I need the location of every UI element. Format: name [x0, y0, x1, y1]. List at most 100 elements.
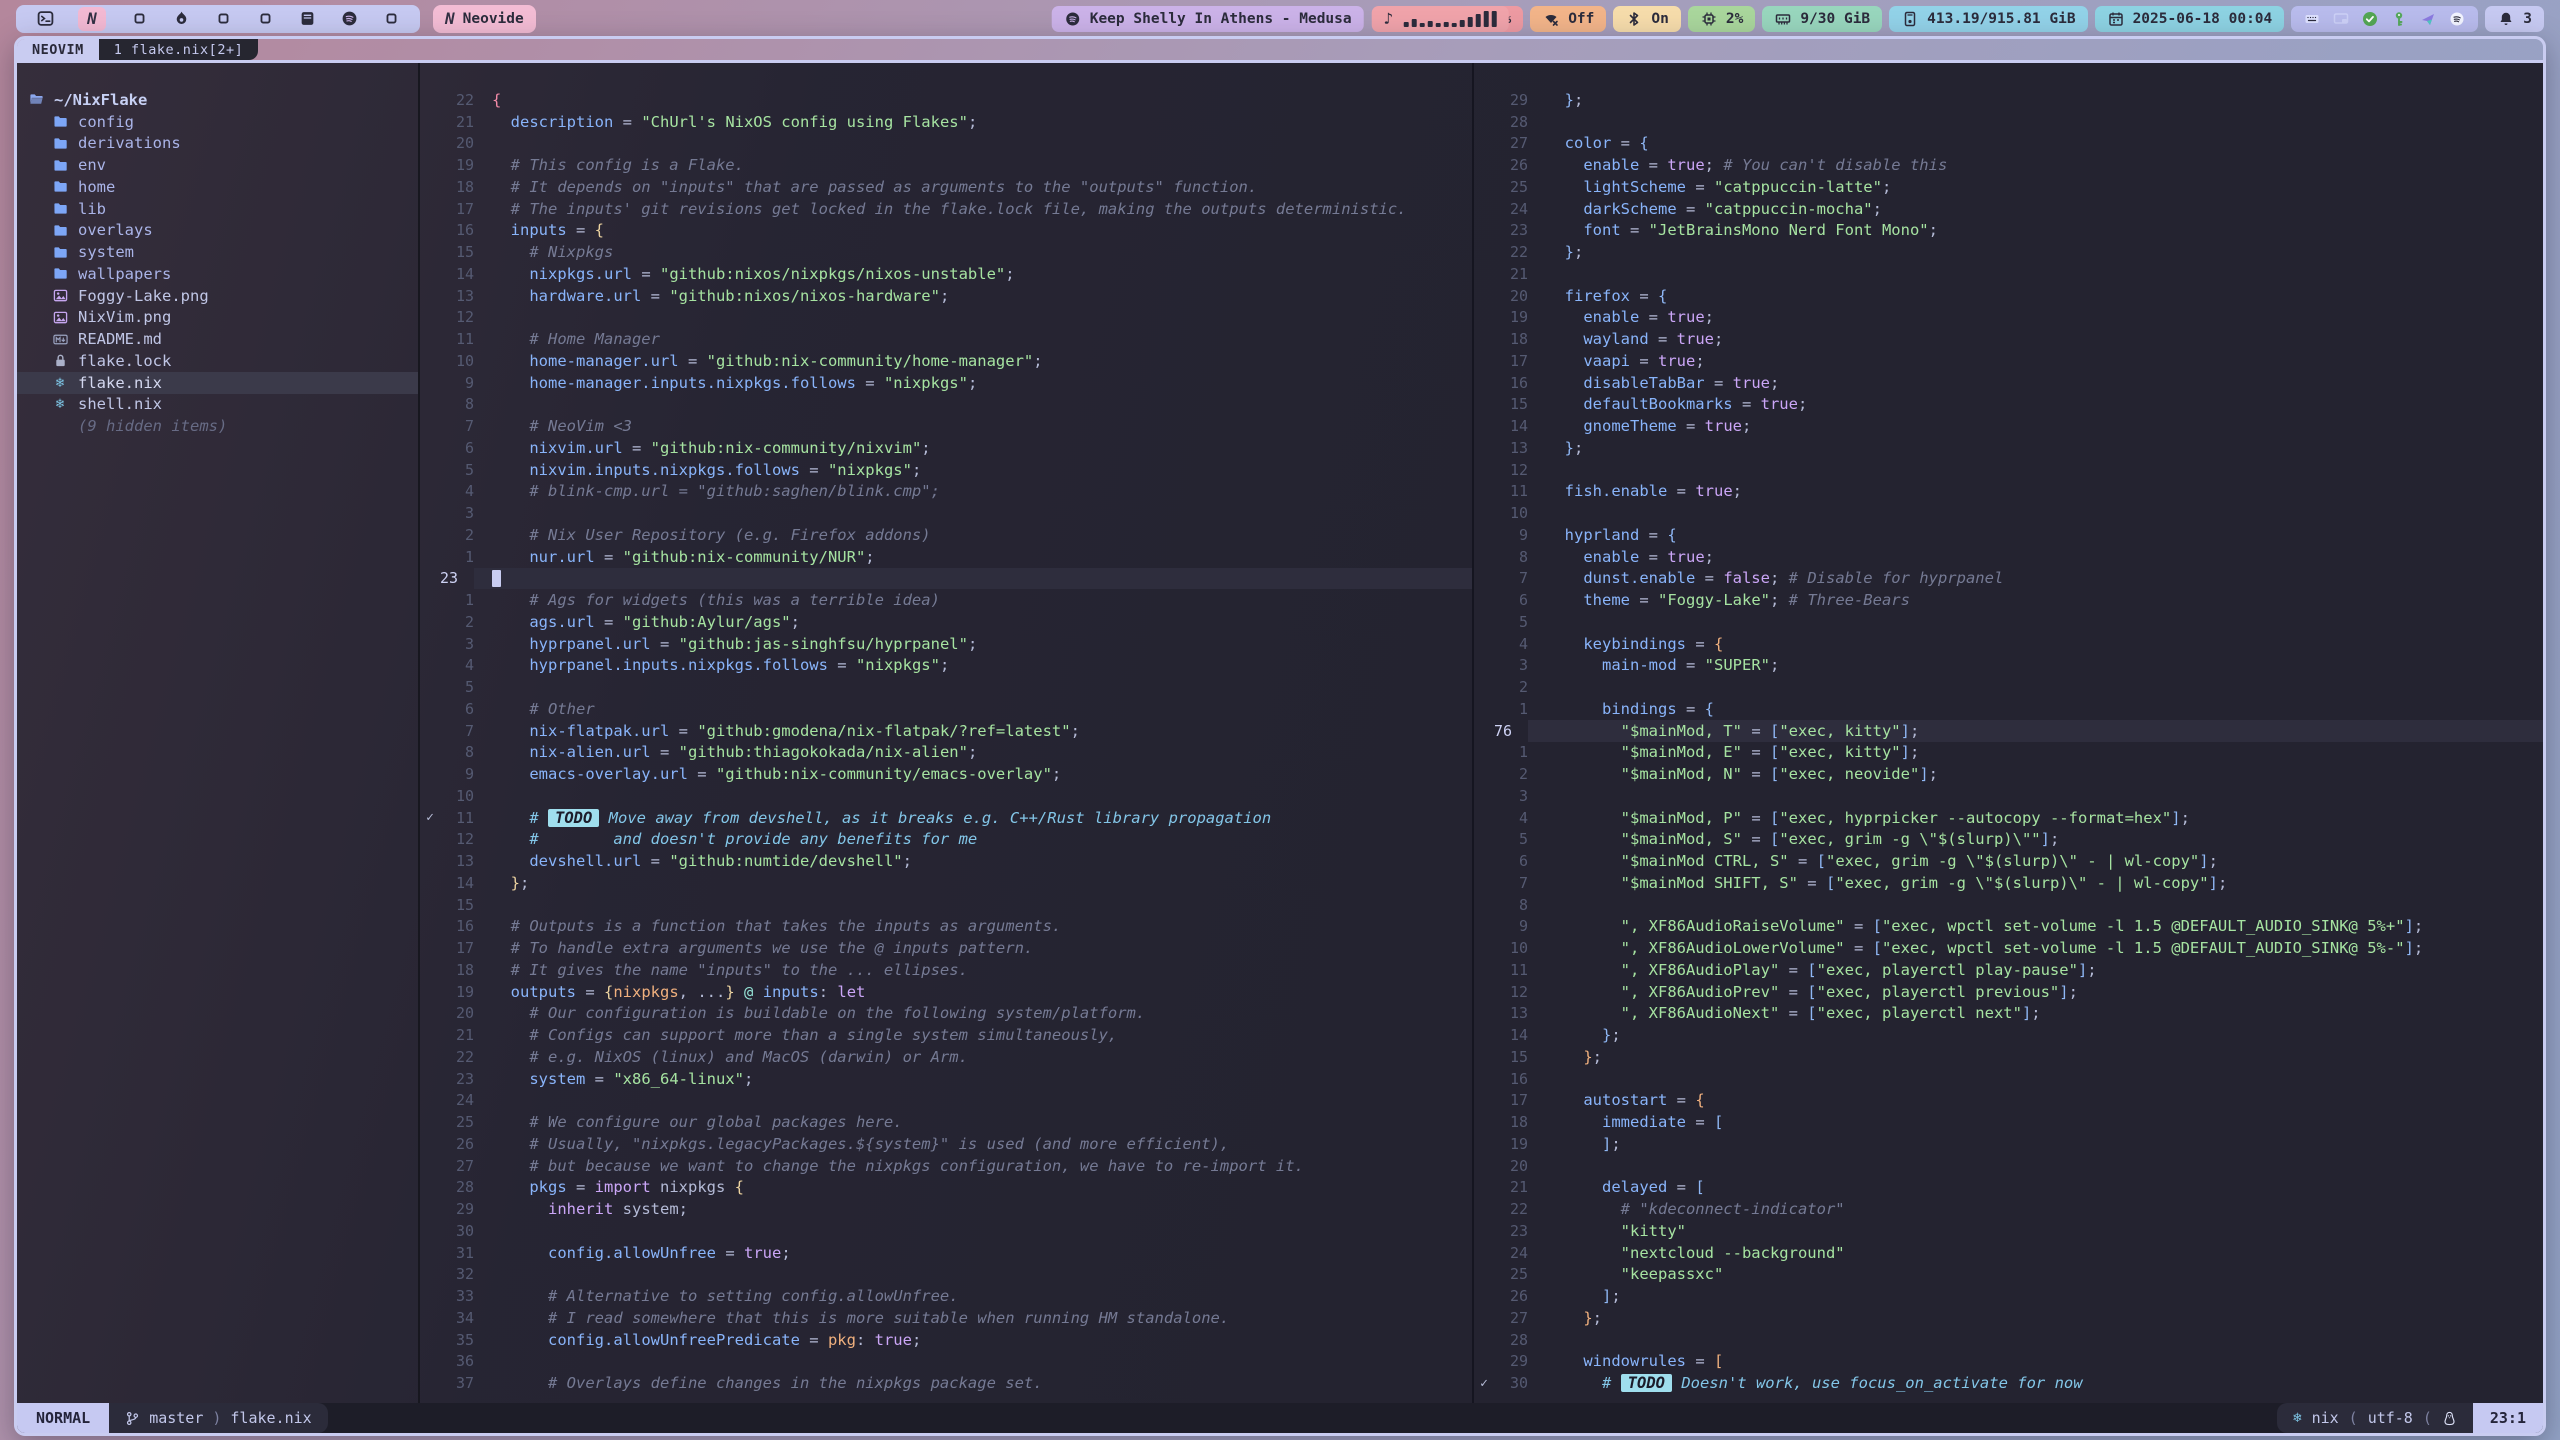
- neovide-icon[interactable]: N: [78, 7, 106, 31]
- code-line[interactable]: 19 ];: [1474, 1133, 2543, 1155]
- code-line[interactable]: 8 nix-alien.url = "github:thiagokokada/n…: [420, 742, 1472, 764]
- code-line[interactable]: 19 enable = true;: [1474, 307, 2543, 329]
- code-line[interactable]: 3: [1474, 785, 2543, 807]
- code-line[interactable]: 7 dunst.enable = false; # Disable for hy…: [1474, 568, 2543, 590]
- code-line[interactable]: 10 ", XF86AudioLowerVolume" = ["exec, wp…: [1474, 937, 2543, 959]
- code-line[interactable]: 22 # e.g. NixOS (linux) and MacOS (darwi…: [420, 1046, 1472, 1068]
- tree-item-env[interactable]: env: [17, 154, 418, 176]
- spotify-icon[interactable]: [340, 10, 358, 28]
- code-line[interactable]: 4 hyprpanel.inputs.nixpkgs.follows = "ni…: [420, 655, 1472, 677]
- code-line[interactable]: 5 nixvim.inputs.nixpkgs.follows = "nixpk…: [420, 459, 1472, 481]
- code-line[interactable]: 15 defaultBookmarks = true;: [1474, 394, 2543, 416]
- code-line[interactable]: 28 pkgs = import nixpkgs {: [420, 1177, 1472, 1199]
- tree-item-readme.md[interactable]: README.md: [17, 328, 418, 350]
- tree-item-flake.lock[interactable]: flake.lock: [17, 350, 418, 372]
- tree-item-home[interactable]: home: [17, 176, 418, 198]
- code-line[interactable]: 19 # This config is a Flake.: [420, 154, 1472, 176]
- code-line[interactable]: 25 lightScheme = "catppuccin-latte";: [1474, 176, 2543, 198]
- code-line[interactable]: 5 "$mainMod, S" = ["exec, grim -g \"$(sl…: [1474, 829, 2543, 851]
- code-line[interactable]: 6 "$mainMod CTRL, S" = ["exec, grim -g \…: [1474, 850, 2543, 872]
- code-line[interactable]: 15: [420, 894, 1472, 916]
- code-line[interactable]: 76 "$mainMod, T" = ["exec, kitty"];: [1474, 720, 2543, 742]
- code-line[interactable]: 13 devshell.url = "github:numtide/devshe…: [420, 850, 1472, 872]
- headscale-icon[interactable]: [2419, 10, 2437, 28]
- tree-item-flake.nix[interactable]: ❄flake.nix: [17, 372, 418, 394]
- code-line[interactable]: 21 delayed = [: [1474, 1177, 2543, 1199]
- code-line[interactable]: 9 emacs-overlay.url = "github:nix-commun…: [420, 763, 1472, 785]
- tree-item-shell.nix[interactable]: ❄shell.nix: [17, 394, 418, 416]
- code-line[interactable]: 12 ", XF86AudioPrev" = ["exec, playerctl…: [1474, 981, 2543, 1003]
- tree-item-foggy-lake.png[interactable]: Foggy-Lake.png: [17, 285, 418, 307]
- code-line[interactable]: 8: [420, 394, 1472, 416]
- code-line[interactable]: 28: [1474, 111, 2543, 133]
- terminal-icon[interactable]: [36, 10, 54, 28]
- code-line[interactable]: 11 fish.enable = true;: [1474, 481, 2543, 503]
- code-line[interactable]: 24 darkScheme = "catppuccin-mocha";: [1474, 198, 2543, 220]
- code-line[interactable]: 13 };: [1474, 437, 2543, 459]
- tree-item-lib[interactable]: lib: [17, 198, 418, 220]
- code-line[interactable]: ✓11 # TODO Move away from devshell, as i…: [420, 807, 1472, 829]
- code-line[interactable]: 21: [1474, 263, 2543, 285]
- code-line[interactable]: 3 hyprpanel.url = "github:jas-singhfsu/h…: [420, 633, 1472, 655]
- code-line[interactable]: 35 config.allowUnfreePredicate = pkg: tr…: [420, 1329, 1472, 1351]
- code-line[interactable]: 18 # It gives the name "inputs" to the .…: [420, 959, 1472, 981]
- code-line[interactable]: 18 # It depends on "inputs" that are pas…: [420, 176, 1472, 198]
- code-line[interactable]: 29 windowrules = [: [1474, 1351, 2543, 1373]
- disk-pill[interactable]: 413.19/915.81 GiB: [1889, 6, 2087, 32]
- code-line[interactable]: 33 # Alternative to setting config.allow…: [420, 1285, 1472, 1307]
- code-line[interactable]: 2 "$mainMod, N" = ["exec, neovide"];: [1474, 763, 2543, 785]
- code-line[interactable]: 1 nur.url = "github:nix-community/NUR";: [420, 546, 1472, 568]
- code-line[interactable]: 26 ];: [1474, 1285, 2543, 1307]
- code-line[interactable]: 6 theme = "Foggy-Lake"; # Three-Bears: [1474, 589, 2543, 611]
- code-line[interactable]: 17 # The inputs' git revisions get locke…: [420, 198, 1472, 220]
- code-line[interactable]: 23: [420, 568, 1472, 590]
- code-line[interactable]: 7 # NeoVim <3: [420, 415, 1472, 437]
- code-line[interactable]: 27 color = {: [1474, 133, 2543, 155]
- network-pill[interactable]: Off: [1530, 6, 1606, 32]
- code-line[interactable]: 4 "$mainMod, P" = ["exec, hyprpicker --a…: [1474, 807, 2543, 829]
- code-line[interactable]: 21 description = "ChUrl's NixOS config u…: [420, 111, 1472, 133]
- code-line[interactable]: 12: [1474, 459, 2543, 481]
- window-icon[interactable]: [214, 10, 232, 28]
- window-icon[interactable]: [382, 10, 400, 28]
- tree-item--9-hidden-items-[interactable]: (9 hidden items): [17, 415, 418, 437]
- code-line[interactable]: 31 config.allowUnfree = true;: [420, 1242, 1472, 1264]
- code-line[interactable]: 4 # blink-cmp.url = "github:saghen/blink…: [420, 481, 1472, 503]
- code-line[interactable]: 9 home-manager.inputs.nixpkgs.follows = …: [420, 372, 1472, 394]
- code-line[interactable]: 16 # Outputs is a function that takes th…: [420, 916, 1472, 938]
- code-line[interactable]: 9 ", XF86AudioRaiseVolume" = ["exec, wpc…: [1474, 916, 2543, 938]
- code-line[interactable]: 22 # "kdeconnect-indicator": [1474, 1198, 2543, 1220]
- code-line[interactable]: 29 inherit system;: [420, 1198, 1472, 1220]
- code-line[interactable]: 17 autostart = {: [1474, 1090, 2543, 1112]
- code-line[interactable]: 14 nixpkgs.url = "github:nixos/nixpkgs/n…: [420, 263, 1472, 285]
- code-line[interactable]: 10: [1474, 502, 2543, 524]
- code-line[interactable]: 6 # Other: [420, 698, 1472, 720]
- active-window-pill[interactable]: N Neovide: [433, 5, 536, 33]
- code-line[interactable]: 20: [420, 133, 1472, 155]
- code-line[interactable]: 10: [420, 785, 1472, 807]
- code-line[interactable]: 36: [420, 1351, 1472, 1373]
- code-line[interactable]: 3: [420, 502, 1472, 524]
- firefox-icon[interactable]: [172, 10, 190, 28]
- code-line[interactable]: 30: [420, 1220, 1472, 1242]
- code-line[interactable]: 1 # Ags for widgets (this was a terrible…: [420, 589, 1472, 611]
- editor-pane-left[interactable]: 22{21 description = "ChUrl's NixOS confi…: [420, 63, 1474, 1403]
- editor-pane-right[interactable]: 29 };2827 color = {26 enable = true; # Y…: [1474, 63, 2543, 1403]
- code-line[interactable]: 24 "nextcloud --background": [1474, 1242, 2543, 1264]
- code-line[interactable]: 10 home-manager.url = "github:nix-commun…: [420, 350, 1472, 372]
- code-line[interactable]: 17 # To handle extra arguments we use th…: [420, 937, 1472, 959]
- code-line[interactable]: 20 firefox = {: [1474, 285, 2543, 307]
- tree-item-wallpapers[interactable]: wallpapers: [17, 263, 418, 285]
- code-line[interactable]: 26 # Usually, "nixpkgs.legacyPackages.${…: [420, 1133, 1472, 1155]
- bluetooth-pill[interactable]: On: [1613, 6, 1680, 32]
- stack-icon[interactable]: [298, 10, 316, 28]
- code-line[interactable]: 11 ", XF86AudioPlay" = ["exec, playerctl…: [1474, 959, 2543, 981]
- code-line[interactable]: 14 };: [1474, 1024, 2543, 1046]
- code-line[interactable]: 25 # We configure our global packages he…: [420, 1111, 1472, 1133]
- key-icon[interactable]: [2390, 10, 2408, 28]
- code-line[interactable]: 13 ", XF86AudioNext" = ["exec, playerctl…: [1474, 1003, 2543, 1025]
- code-line[interactable]: 18 wayland = true;: [1474, 328, 2543, 350]
- code-line[interactable]: ✓30 # TODO Doesn't work, use focus_on_ac…: [1474, 1372, 2543, 1394]
- code-line[interactable]: 3 main-mod = "SUPER";: [1474, 655, 2543, 677]
- code-line[interactable]: 20: [1474, 1155, 2543, 1177]
